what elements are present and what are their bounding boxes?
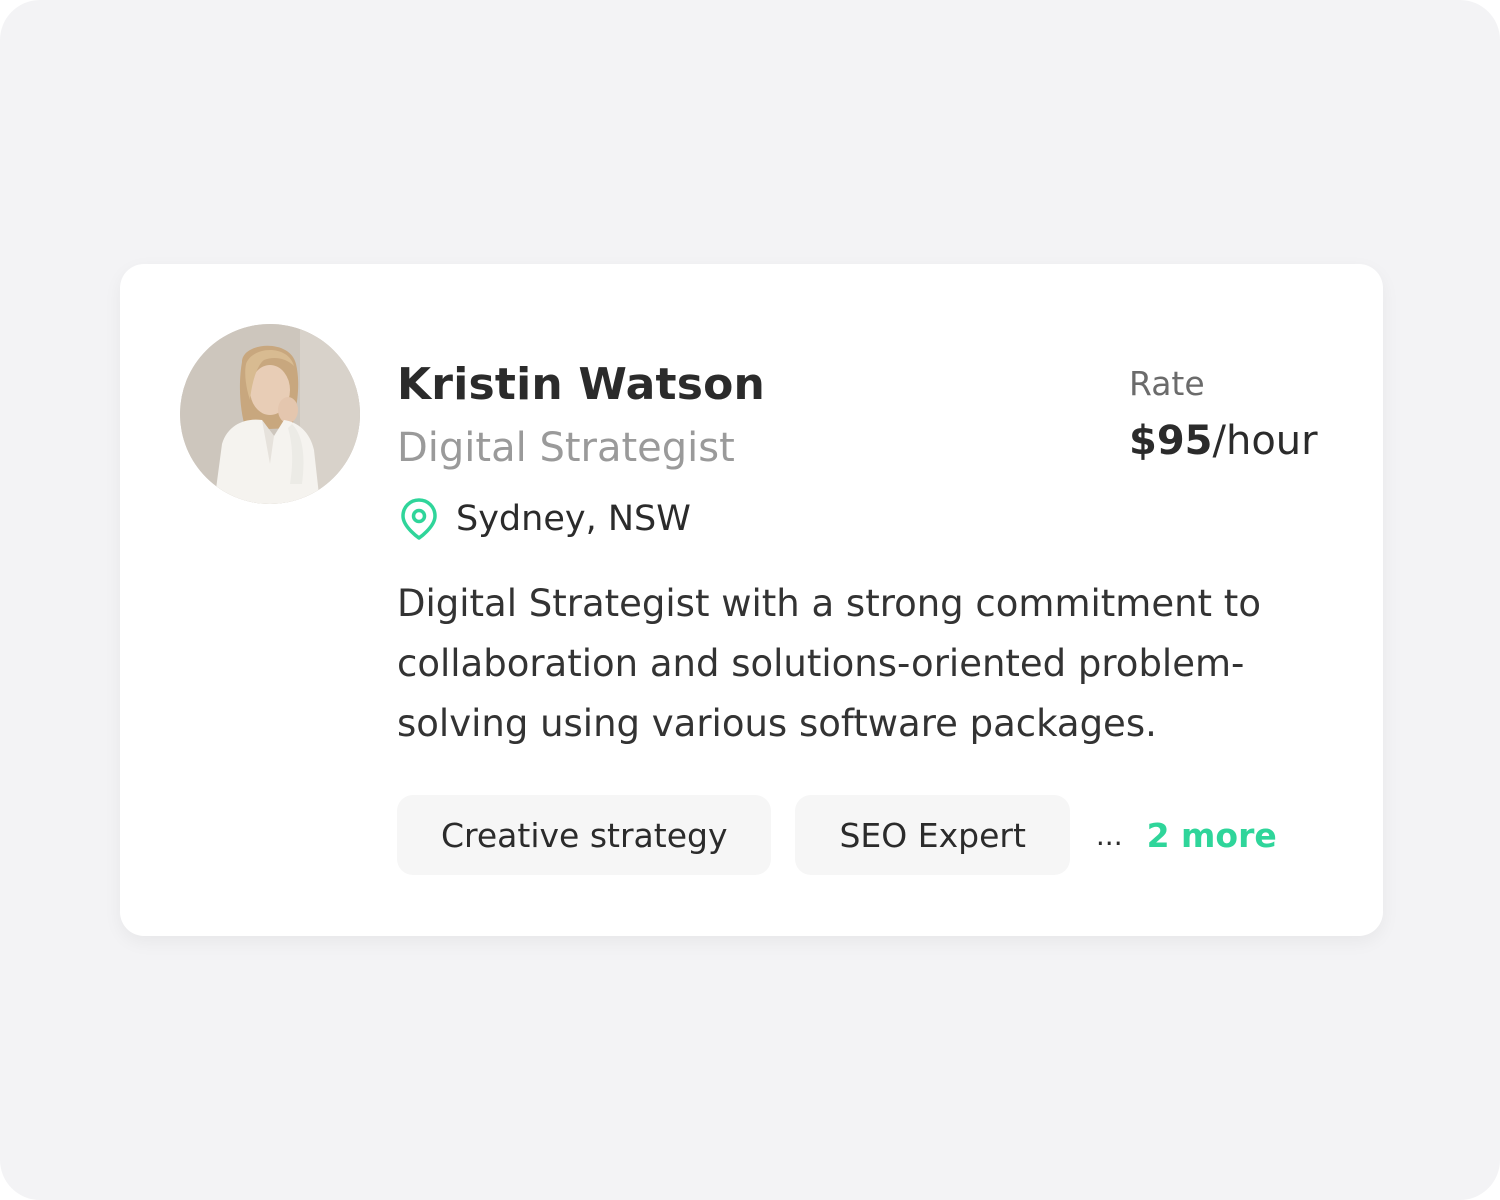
location-text: Sydney, NSW: [456, 499, 691, 539]
map-pin-icon: [397, 496, 441, 542]
profile-description: Digital Strategist with a strong commitm…: [397, 582, 1261, 745]
profile-title: Digital Strategist: [397, 425, 735, 471]
avatar[interactable]: [180, 324, 360, 504]
skill-tag-seo-expert[interactable]: SEO Expert: [795, 795, 1070, 875]
rate-amount: $95: [1129, 418, 1213, 464]
rate-unit: /hour: [1212, 418, 1318, 464]
rate-label: Rate: [1129, 364, 1205, 403]
tags-ellipsis: ...: [1095, 818, 1123, 852]
profile-name: Kristin Watson: [397, 359, 766, 410]
skill-tag-creative-strategy[interactable]: Creative strategy: [397, 795, 772, 875]
skill-tags: Creative strategy SEO Expert ... 2 more: [397, 795, 1277, 875]
page-background: Kristin Watson Digital Strategist Sydney…: [0, 0, 1500, 1200]
more-tags-link[interactable]: 2 more: [1147, 816, 1277, 855]
avatar-photo: [180, 324, 360, 504]
rate-value: $95/hour: [1129, 414, 1318, 468]
location: Sydney, NSW: [397, 496, 691, 542]
profile-card[interactable]: Kristin Watson Digital Strategist Sydney…: [120, 264, 1383, 936]
